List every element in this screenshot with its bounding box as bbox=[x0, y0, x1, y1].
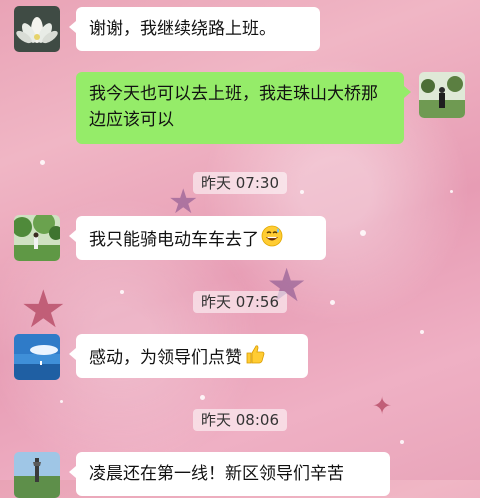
message-bubble[interactable]: 感动，为领导们点赞 bbox=[69, 334, 308, 378]
message-text: 感动，为领导们点赞 bbox=[89, 348, 242, 368]
timestamp: 昨天 07:30 bbox=[193, 172, 287, 194]
park-avatar[interactable] bbox=[14, 215, 60, 261]
grinning-sweat-emoji bbox=[261, 225, 283, 255]
timestamp: 昨天 07:56 bbox=[193, 291, 287, 313]
message-text: 我今天也可以去上班，我走珠山大桥那边应该可以 bbox=[89, 84, 378, 130]
sea-sky-avatar[interactable] bbox=[14, 334, 60, 380]
message-text: 凌晨还在第一线！新区领导们辛苦 bbox=[89, 464, 344, 484]
message-text: 我只能骑电动车车去了 bbox=[89, 230, 259, 250]
person-in-field-avatar[interactable] bbox=[419, 72, 465, 118]
message-bubble[interactable]: 我今天也可以去上班，我走珠山大桥那边应该可以 bbox=[76, 72, 411, 144]
message-bubble[interactable]: 我只能骑电动车车去了 bbox=[69, 216, 326, 260]
thumbs-up-emoji bbox=[244, 343, 266, 373]
tower-avatar[interactable] bbox=[14, 452, 60, 498]
star-decoration: ★ bbox=[20, 280, 67, 340]
star-decoration: ✦ bbox=[372, 392, 393, 420]
message-bubble[interactable]: 谢谢，我继续绕路上班。 bbox=[69, 7, 320, 51]
timestamp: 昨天 08:06 bbox=[193, 409, 287, 431]
message-text: 谢谢，我继续绕路上班。 bbox=[89, 19, 276, 39]
lotus-avatar[interactable] bbox=[14, 6, 60, 52]
message-bubble[interactable]: 凌晨还在第一线！新区领导们辛苦 bbox=[69, 452, 390, 496]
